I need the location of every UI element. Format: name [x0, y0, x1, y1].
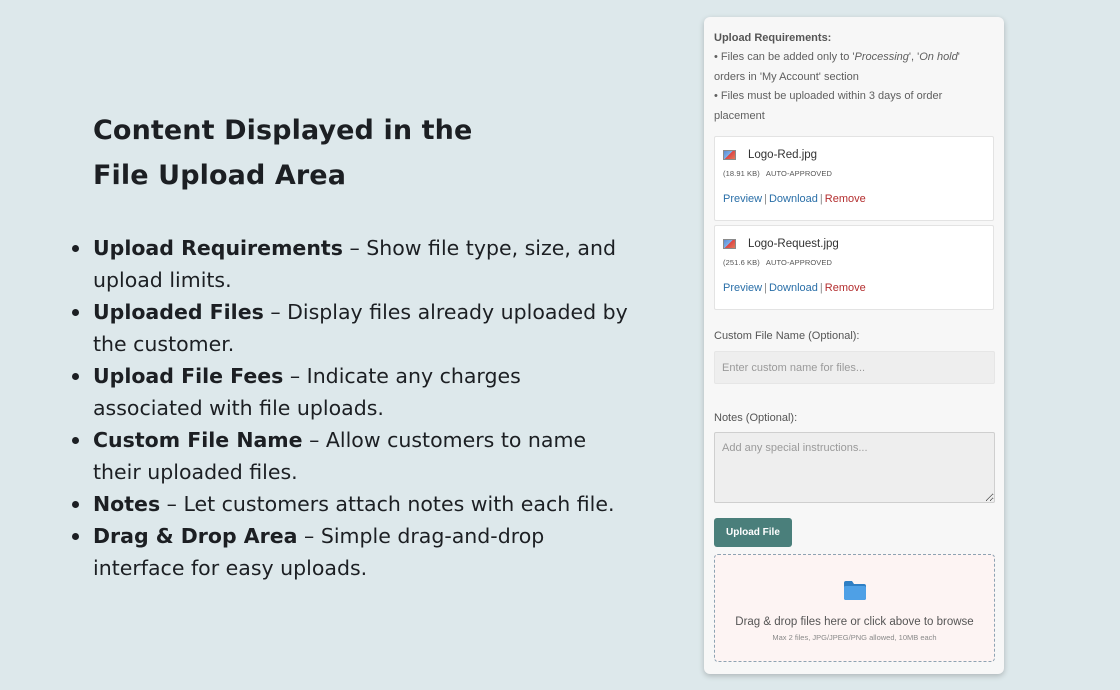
feature-item-upload-file-fees: Upload File Fees – Indicate any charges …	[70, 360, 630, 424]
uploaded-file-card: Logo-Request.jpg (251.6 KB) Auto-approved…	[714, 225, 994, 310]
feature-term: Uploaded Files	[93, 300, 264, 324]
file-size: (251.6 KB)	[723, 258, 760, 267]
file-row: Logo-Request.jpg	[723, 236, 985, 252]
requirement-text: ', '	[908, 51, 920, 63]
requirements-title: Upload Requirements:	[714, 32, 832, 44]
feature-term: Upload Requirements	[93, 236, 343, 260]
file-status-badge: Auto-approved	[765, 169, 833, 178]
download-link[interactable]: Download	[769, 282, 818, 294]
feature-description: Content Displayed in the File Upload Are…	[70, 108, 630, 584]
image-file-icon	[723, 150, 736, 160]
notes-label: Notes (Optional):	[714, 412, 798, 424]
preview-link[interactable]: Preview	[723, 193, 762, 205]
feature-term: Custom File Name	[93, 428, 303, 452]
feature-list: Upload Requirements – Show file type, si…	[70, 232, 630, 584]
file-actions: Preview | Download | Remove	[723, 282, 985, 294]
separator: |	[819, 193, 823, 205]
remove-link[interactable]: Remove	[825, 282, 866, 294]
preview-link[interactable]: Preview	[723, 282, 762, 294]
feature-term: Drag & Drop Area	[93, 524, 298, 548]
upload-file-button[interactable]: Upload File	[714, 518, 792, 547]
page-title: Content Displayed in the File Upload Are…	[93, 115, 473, 191]
custom-file-name-label: Custom File Name (Optional):	[714, 330, 860, 342]
drop-zone-text: Drag & drop files here or click above to…	[735, 616, 974, 628]
feature-item-uploaded-files: Uploaded Files – Display files already u…	[70, 296, 630, 360]
file-size: (18.91 KB)	[723, 169, 760, 178]
file-status-badge: Auto-approved	[765, 258, 833, 267]
status-processing: Processing	[854, 51, 909, 63]
requirement-order-status: • Files can be added only to 'Processing…	[714, 48, 994, 87]
requirement-deadline: • Files must be uploaded within 3 days o…	[714, 90, 943, 122]
file-row: Logo-Red.jpg	[723, 147, 985, 163]
feature-desc: – Let customers attach notes with each f…	[160, 492, 615, 516]
feature-item-custom-file-name: Custom File Name – Allow customers to na…	[70, 424, 630, 488]
custom-file-name-input[interactable]	[714, 351, 995, 384]
feature-term: Notes	[93, 492, 161, 516]
separator: |	[819, 282, 823, 294]
separator: |	[764, 282, 767, 294]
file-name: Logo-Red.jpg	[748, 149, 818, 161]
feature-item-notes: Notes – Let customers attach notes with …	[70, 488, 630, 520]
file-actions: Preview | Download | Remove	[723, 193, 985, 205]
feature-term: Upload File Fees	[93, 364, 284, 388]
status-on-hold: On hold	[919, 51, 958, 63]
uploaded-file-card: Logo-Red.jpg (18.91 KB) Auto-approved Pre…	[714, 136, 994, 221]
drop-zone-limits: Max 2 files, JPG/JPEG/PNG allowed, 10MB …	[772, 633, 937, 642]
download-link[interactable]: Download	[769, 193, 818, 205]
feature-item-drag-drop: Drag & Drop Area – Simple drag-and-drop …	[70, 520, 630, 584]
file-upload-panel: Upload Requirements: • Files can be adde…	[704, 17, 1004, 674]
remove-link[interactable]: Remove	[825, 193, 866, 205]
notes-textarea[interactable]	[714, 432, 995, 503]
drag-drop-area[interactable]: Drag & drop files here or click above to…	[714, 554, 995, 662]
image-file-icon	[723, 239, 736, 249]
separator: |	[764, 193, 767, 205]
requirement-text: • Files can be added only to '	[714, 51, 855, 63]
feature-item-upload-requirements: Upload Requirements – Show file type, si…	[70, 232, 630, 296]
folder-icon	[843, 579, 867, 601]
file-meta: (251.6 KB) Auto-approved	[723, 258, 985, 270]
file-name: Logo-Request.jpg	[748, 238, 839, 250]
file-meta: (18.91 KB) Auto-approved	[723, 169, 985, 181]
